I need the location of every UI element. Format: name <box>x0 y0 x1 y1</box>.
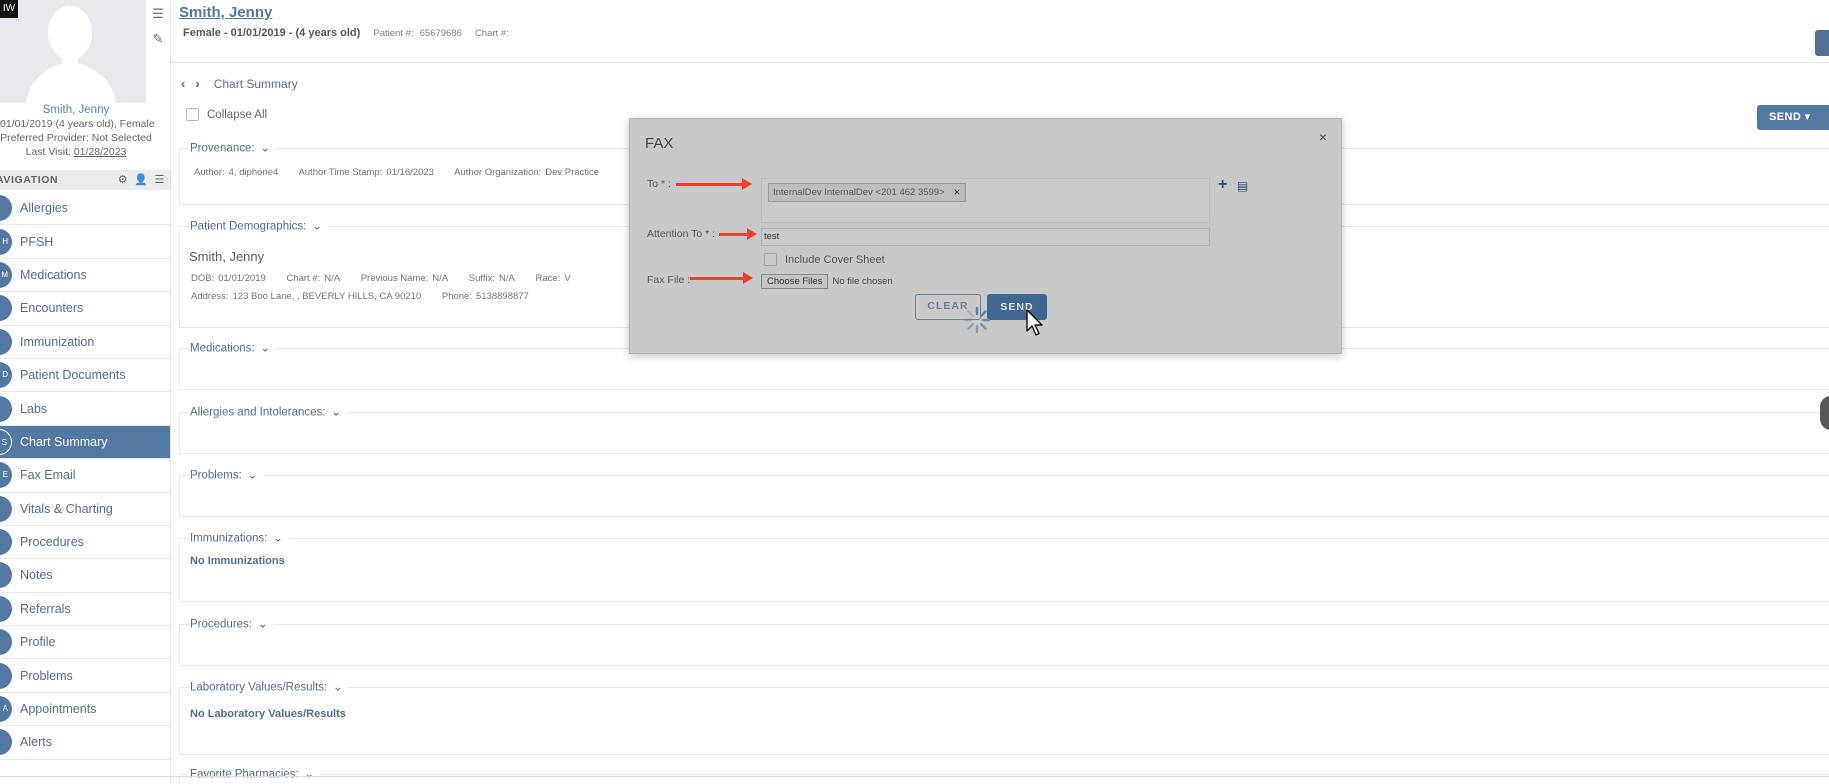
close-icon[interactable]: × <box>1319 129 1327 145</box>
annotation-arrow <box>719 228 757 240</box>
fax-to-label: To * : <box>647 178 671 190</box>
include-cover-sheet-checkbox[interactable] <box>764 253 777 266</box>
annotation-arrow <box>690 272 753 284</box>
fax-dialog: FAX × To * : InternalDev InternalDev <20… <box>629 118 1342 354</box>
annotation-arrow <box>676 178 752 190</box>
loading-spinner-icon <box>963 306 991 334</box>
fax-file-picker: Choose Files No file chosen <box>761 274 893 289</box>
fax-to-field[interactable]: InternalDev InternalDev <201 462 3599> × <box>761 178 1210 223</box>
attention-to-input[interactable]: test <box>761 228 1210 246</box>
add-recipient-plus-icon[interactable]: + <box>1218 176 1227 194</box>
address-book-icon[interactable]: ▤ <box>1237 179 1248 193</box>
bottom-divider <box>0 776 1829 777</box>
remove-recipient-icon[interactable]: × <box>954 184 961 201</box>
recipient-tag-text: InternalDev InternalDev <201 462 3599> <box>773 187 945 198</box>
mouse-pointer-icon <box>1026 309 1043 336</box>
fax-dialog-title: FAX <box>645 135 674 152</box>
app-corner-logo: IW <box>0 0 18 18</box>
fax-file-label: Fax File : <box>647 274 691 286</box>
recipient-tag: InternalDev InternalDev <201 462 3599> × <box>768 183 966 202</box>
choose-files-button[interactable]: Choose Files <box>761 274 829 289</box>
no-file-chosen-text: No file chosen <box>832 276 893 287</box>
include-cover-sheet-label: Include Cover Sheet <box>785 253 885 266</box>
app-root: IW ☰ ✎ Smith, Jenny 01/01/2019 (4 years … <box>0 0 1829 784</box>
include-cover-sheet-toggle[interactable]: Include Cover Sheet <box>764 253 885 266</box>
attention-to-label: Attention To * : <box>647 228 716 240</box>
